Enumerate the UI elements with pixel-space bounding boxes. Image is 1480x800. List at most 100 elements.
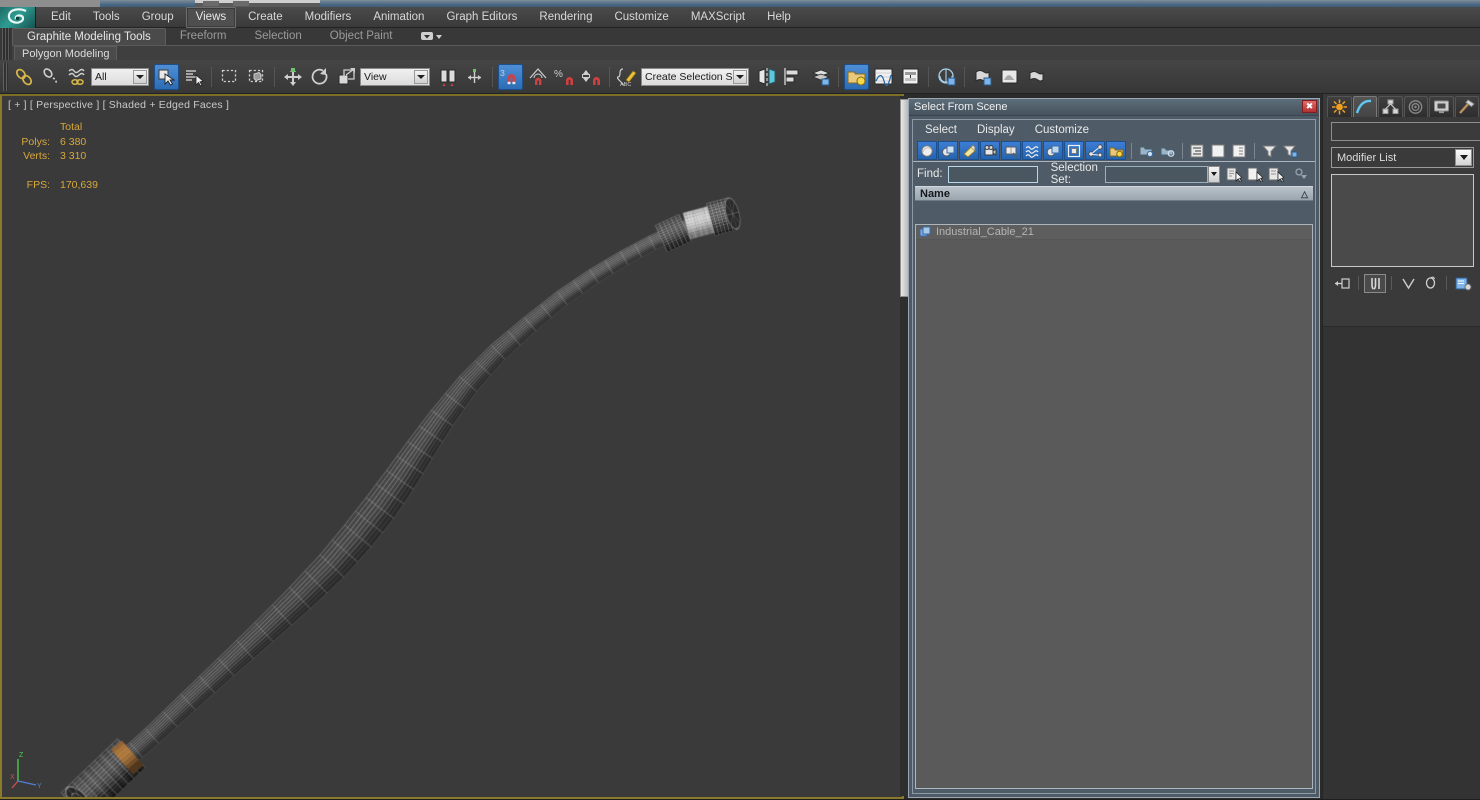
selection-filter-combo[interactable]: All — [91, 68, 149, 86]
configure-modifier-sets-icon[interactable] — [1452, 274, 1474, 293]
select-and-link-icon[interactable] — [11, 64, 36, 90]
utilities-tab[interactable] — [1454, 96, 1479, 117]
modifier-list-combo[interactable]: Modifier List — [1331, 147, 1474, 168]
dialog-titlebar[interactable]: Select From Scene ✖ — [909, 99, 1319, 116]
selection-set-combo[interactable] — [1105, 165, 1208, 183]
chevron-down-icon[interactable] — [1455, 149, 1472, 166]
list-item[interactable]: Industrial_Cable_21 — [916, 225, 1312, 240]
display-space-warps-icon[interactable] — [1022, 141, 1042, 160]
percent-snap-toggle-icon[interactable]: % — [552, 64, 577, 90]
remove-modifier-icon[interactable] — [1419, 274, 1441, 293]
selection-set-dropdown-arrow[interactable] — [1208, 165, 1220, 183]
menu-item-group[interactable]: Group — [132, 7, 184, 28]
coordinate-system-combo[interactable]: View — [360, 68, 430, 86]
ribbon-panel-polygon-modeling[interactable]: Polygon Modeling — [14, 46, 118, 61]
ribbon-tab-freeform[interactable]: Freeform — [166, 28, 241, 45]
select-children-icon[interactable] — [1224, 165, 1244, 184]
render-production-icon[interactable] — [1024, 64, 1049, 90]
window-control-buttons[interactable] — [195, 0, 320, 7]
pin-stack-icon[interactable] — [1331, 274, 1353, 293]
create-tab[interactable] — [1327, 96, 1352, 117]
display-influences-icon[interactable] — [1157, 141, 1177, 160]
angle-snap-toggle-icon[interactable] — [525, 64, 550, 90]
motion-tab[interactable] — [1403, 96, 1428, 117]
menu-item-views[interactable]: Views — [185, 7, 237, 28]
chevron-down-icon[interactable] — [133, 70, 147, 84]
modify-tab[interactable] — [1352, 96, 1377, 117]
select-and-move-icon[interactable] — [280, 64, 305, 90]
select-object-icon[interactable] — [154, 64, 179, 90]
menu-item-modifiers[interactable]: Modifiers — [295, 7, 362, 28]
edit-named-selection-sets-icon[interactable]: ABC — [615, 64, 640, 90]
ribbon-tab-graphite-modeling-tools[interactable]: Graphite Modeling Tools — [12, 28, 166, 45]
find-input[interactable] — [947, 165, 1038, 183]
use-pivot-point-center-icon[interactable] — [435, 64, 460, 90]
dialog-menu-select[interactable]: Select — [925, 124, 957, 136]
dialog-menu-display[interactable]: Display — [977, 124, 1015, 136]
collapse-all-icon[interactable] — [1208, 141, 1228, 160]
display-helpers-icon[interactable] — [1001, 141, 1021, 160]
object-name-input[interactable] — [1331, 122, 1480, 141]
display-geometry-icon[interactable] — [917, 141, 937, 160]
viewport-3d-canvas[interactable] — [2, 96, 902, 797]
minimize-button[interactable] — [203, 1, 219, 6]
select-by-name-icon[interactable] — [181, 64, 206, 90]
select-influences-icon[interactable] — [1245, 165, 1265, 184]
toggle-scene-explorer-icon[interactable] — [844, 64, 869, 90]
menu-item-maxscript[interactable]: MAXScript — [681, 7, 755, 28]
select-from-scene-dialog[interactable]: Select From Scene ✖ Select Display Customi… — [908, 98, 1320, 798]
ribbon-tab-object-paint[interactable]: Object Paint — [316, 28, 407, 45]
perspective-viewport[interactable]: [ + ] [ Perspective ] [ Shaded + Edged F… — [0, 94, 904, 799]
named-selection-set-combo[interactable]: Create Selection Se — [641, 68, 749, 86]
viewport-label[interactable]: [ + ] [ Perspective ] [ Shaded + Edged F… — [8, 99, 229, 111]
ribbon-grip[interactable] — [2, 28, 10, 60]
display-shapes-icon[interactable] — [938, 141, 958, 160]
ribbon-options-icon[interactable] — [406, 28, 458, 45]
window-crossing-icon[interactable] — [244, 64, 269, 90]
list-column-header[interactable]: Name △ — [915, 186, 1313, 201]
toolbar-overflow-icon[interactable] — [1293, 165, 1310, 184]
menu-item-edit[interactable]: Edit — [41, 7, 81, 28]
expand-all-icon[interactable] — [1187, 141, 1207, 160]
display-xrefs-icon[interactable] — [1064, 141, 1084, 160]
menu-item-graph-editors[interactable]: Graph Editors — [436, 7, 527, 28]
display-cameras-icon[interactable] — [980, 141, 1000, 160]
close-icon[interactable]: ✖ — [1302, 100, 1317, 113]
render-setup-icon[interactable] — [970, 64, 995, 90]
menu-item-animation[interactable]: Animation — [363, 7, 434, 28]
rectangular-selection-region-icon[interactable] — [217, 64, 242, 90]
unlink-selection-icon[interactable] — [38, 64, 63, 90]
schematic-view-icon[interactable] — [898, 64, 923, 90]
select-dependents-icon[interactable] — [1266, 165, 1286, 184]
menu-item-create[interactable]: Create — [238, 7, 293, 28]
menu-item-customize[interactable]: Customize — [604, 7, 678, 28]
select-and-rotate-icon[interactable] — [307, 64, 332, 90]
toolbar-grip[interactable] — [3, 63, 8, 91]
display-groups-icon[interactable] — [1043, 141, 1063, 160]
sort-indicator-icon[interactable]: △ — [1301, 189, 1308, 200]
dialog-menu-customize[interactable]: Customize — [1035, 124, 1089, 136]
chevron-down-icon[interactable] — [414, 70, 428, 84]
display-bones-icon[interactable] — [1085, 141, 1105, 160]
ribbon-tab-selection[interactable]: Selection — [240, 28, 315, 45]
menu-item-help[interactable]: Help — [757, 7, 801, 28]
display-children-icon[interactable] — [1136, 141, 1156, 160]
curve-editor-icon[interactable] — [871, 64, 896, 90]
display-tab[interactable] — [1429, 96, 1454, 117]
make-unique-icon[interactable] — [1397, 274, 1419, 293]
bind-to-space-warp-icon[interactable] — [65, 64, 90, 90]
maximize-button[interactable] — [233, 1, 249, 6]
show-end-result-icon[interactable] — [1364, 273, 1386, 293]
mirror-icon[interactable] — [754, 64, 779, 90]
modifier-stack[interactable] — [1331, 174, 1474, 267]
material-editor-icon[interactable] — [934, 64, 959, 90]
select-and-scale-icon[interactable] — [334, 64, 359, 90]
rendered-frame-window-icon[interactable] — [997, 64, 1022, 90]
menu-item-rendering[interactable]: Rendering — [529, 7, 602, 28]
hierarchy-tab[interactable] — [1378, 96, 1403, 117]
filter-icon[interactable] — [1259, 141, 1279, 160]
app-logo-button[interactable] — [0, 7, 36, 28]
spinner-snap-toggle-icon[interactable] — [579, 64, 604, 90]
display-containers-icon[interactable] — [1106, 141, 1126, 160]
display-lights-icon[interactable] — [959, 141, 979, 160]
